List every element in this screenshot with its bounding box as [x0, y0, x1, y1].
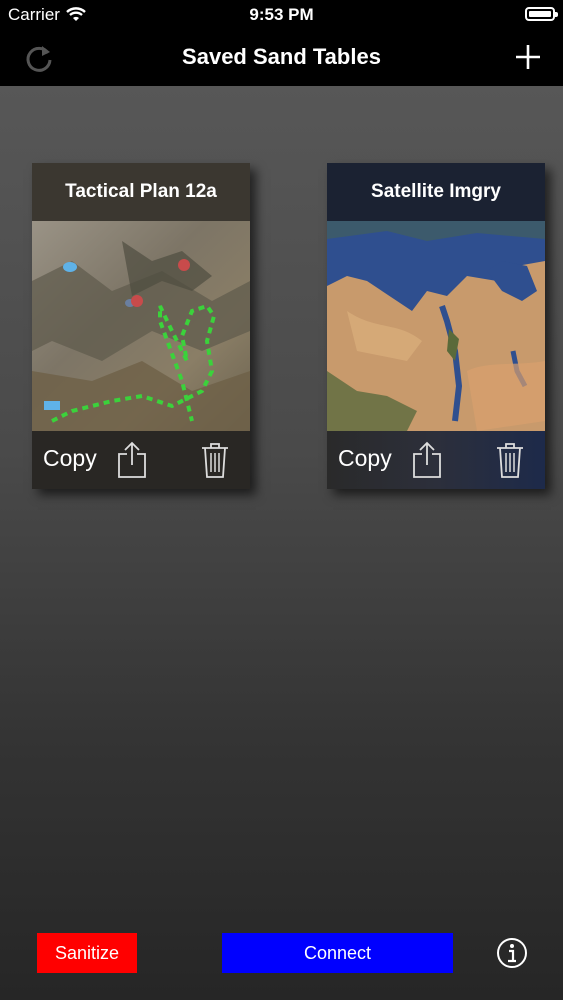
- terrain-map-image: [32, 221, 250, 431]
- page-title: Saved Sand Tables: [182, 44, 381, 69]
- sanitize-button[interactable]: Sanitize: [37, 933, 137, 973]
- map-thumbnail[interactable]: [327, 221, 545, 431]
- status-bar: Carrier 9:53 PM: [0, 0, 563, 30]
- connect-button[interactable]: Connect: [222, 933, 453, 973]
- add-icon[interactable]: [513, 42, 543, 72]
- card-actions: Copy: [32, 431, 250, 489]
- card-actions: Copy: [327, 431, 545, 489]
- satellite-map-image: [327, 221, 545, 431]
- copy-button[interactable]: Copy: [338, 445, 392, 472]
- copy-button[interactable]: Copy: [43, 445, 97, 472]
- sand-table-card[interactable]: Satellite Imgry Copy: [327, 163, 545, 489]
- map-thumbnail[interactable]: [32, 221, 250, 431]
- card-title: Satellite Imgry: [371, 181, 501, 202]
- info-icon[interactable]: [496, 937, 528, 969]
- navigation-bar: Saved Sand Tables: [0, 30, 563, 86]
- battery-icon: [525, 7, 558, 21]
- trash-icon[interactable]: [200, 441, 230, 479]
- share-icon[interactable]: [411, 441, 443, 479]
- trash-icon[interactable]: [495, 441, 525, 479]
- share-icon[interactable]: [116, 441, 148, 479]
- status-time: 9:53 PM: [249, 5, 314, 24]
- bottom-toolbar: Sanitize Connect: [0, 930, 563, 976]
- sand-table-card[interactable]: Tactical Plan 12a Copy: [32, 163, 250, 489]
- card-title: Tactical Plan 12a: [65, 181, 217, 202]
